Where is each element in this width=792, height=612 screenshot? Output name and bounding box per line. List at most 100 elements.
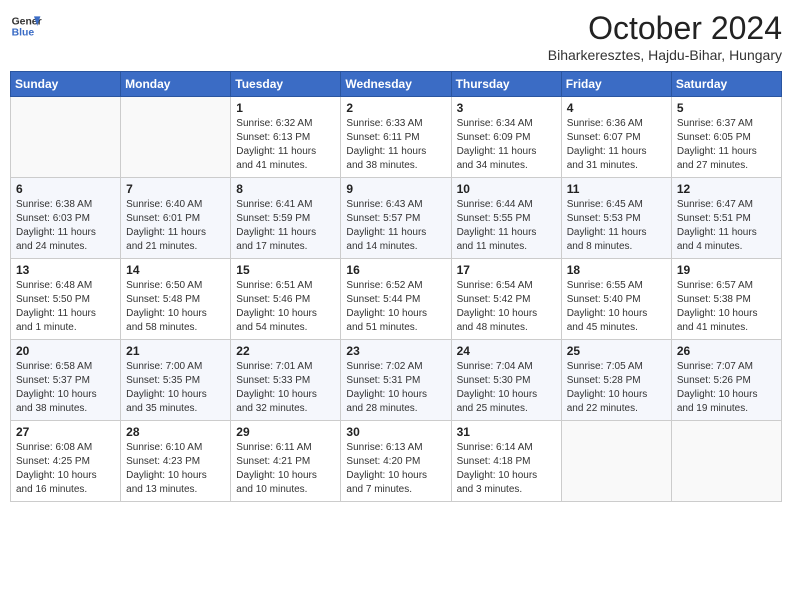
day-info: Sunrise: 7:05 AMSunset: 5:28 PMDaylight:… [567, 360, 666, 416]
week-row-5: 27Sunrise: 6:08 AMSunset: 4:25 PMDayligh… [11, 421, 782, 502]
location: Biharkeresztes, Hajdu-Bihar, Hungary [548, 47, 782, 63]
day-number: 9 [346, 182, 445, 196]
day-number: 13 [16, 263, 115, 277]
day-info: Sunrise: 7:01 AMSunset: 5:33 PMDaylight:… [236, 360, 335, 416]
calendar-cell: 29 Sunrise: 6:11 AMSunset: 4:21 PMDayligh… [231, 421, 341, 502]
day-info: Sunrise: 6:44 AMSunset: 5:55 PMDaylight:… [457, 198, 556, 254]
day-number: 6 [16, 182, 115, 196]
calendar-cell: 14 Sunrise: 6:50 AMSunset: 5:48 PMDayligh… [121, 259, 231, 340]
calendar-cell: 17 Sunrise: 6:54 AMSunset: 5:42 PMDayligh… [451, 259, 561, 340]
day-info: Sunrise: 6:45 AMSunset: 5:53 PMDaylight:… [567, 198, 666, 254]
day-number: 17 [457, 263, 556, 277]
day-number: 11 [567, 182, 666, 196]
calendar-cell [671, 421, 781, 502]
day-number: 21 [126, 344, 225, 358]
month-title: October 2024 [548, 10, 782, 47]
day-info: Sunrise: 6:50 AMSunset: 5:48 PMDaylight:… [126, 279, 225, 335]
day-number: 7 [126, 182, 225, 196]
calendar-cell: 7 Sunrise: 6:40 AMSunset: 6:01 PMDaylight… [121, 178, 231, 259]
calendar-cell: 4Sunrise: 6:36 AMSunset: 6:07 PMDaylight… [561, 97, 671, 178]
calendar-cell: 20Sunrise: 6:58 AMSunset: 5:37 PMDayligh… [11, 340, 121, 421]
calendar-cell: 25 Sunrise: 7:05 AMSunset: 5:28 PMDayligh… [561, 340, 671, 421]
day-info: Sunrise: 6:33 AMSunset: 6:11 PMDaylight:… [346, 117, 445, 173]
calendar-cell: 8Sunrise: 6:41 AMSunset: 5:59 PMDaylight… [231, 178, 341, 259]
day-number: 30 [346, 425, 445, 439]
calendar-cell: 30 Sunrise: 6:13 AMSunset: 4:20 PMDayligh… [341, 421, 451, 502]
day-number: 25 [567, 344, 666, 358]
calendar-table: SundayMondayTuesdayWednesdayThursdayFrid… [10, 71, 782, 502]
svg-text:Blue: Blue [12, 28, 35, 39]
week-row-1: 1Sunrise: 6:32 AMSunset: 6:13 PMDaylight… [11, 97, 782, 178]
day-number: 26 [677, 344, 776, 358]
calendar-cell: 27Sunrise: 6:08 AMSunset: 4:25 PMDayligh… [11, 421, 121, 502]
logo-icon: General Blue [10, 10, 42, 42]
day-info: Sunrise: 6:55 AMSunset: 5:40 PMDaylight:… [567, 279, 666, 335]
day-info: Sunrise: 6:36 AMSunset: 6:07 PMDaylight:… [567, 117, 666, 173]
weekday-header-row: SundayMondayTuesdayWednesdayThursdayFrid… [11, 72, 782, 97]
calendar-cell: 11 Sunrise: 6:45 AMSunset: 5:53 PMDayligh… [561, 178, 671, 259]
week-row-3: 13 Sunrise: 6:48 AMSunset: 5:50 PMDayligh… [11, 259, 782, 340]
calendar-cell: 28 Sunrise: 6:10 AMSunset: 4:23 PMDayligh… [121, 421, 231, 502]
calendar-cell: 19Sunrise: 6:57 AMSunset: 5:38 PMDayligh… [671, 259, 781, 340]
day-number: 29 [236, 425, 335, 439]
day-number: 19 [677, 263, 776, 277]
calendar-cell: 26Sunrise: 7:07 AMSunset: 5:26 PMDayligh… [671, 340, 781, 421]
calendar-cell: 15 Sunrise: 6:51 AMSunset: 5:46 PMDayligh… [231, 259, 341, 340]
week-row-2: 6 Sunrise: 6:38 AMSunset: 6:03 PMDaylight… [11, 178, 782, 259]
weekday-header-sunday: Sunday [11, 72, 121, 97]
weekday-header-saturday: Saturday [671, 72, 781, 97]
day-number: 23 [346, 344, 445, 358]
day-number: 15 [236, 263, 335, 277]
calendar-cell: 24 Sunrise: 7:04 AMSunset: 5:30 PMDayligh… [451, 340, 561, 421]
day-number: 5 [677, 101, 776, 115]
day-number: 3 [457, 101, 556, 115]
day-number: 1 [236, 101, 335, 115]
day-info: Sunrise: 6:10 AMSunset: 4:23 PMDaylight:… [126, 441, 225, 497]
calendar-cell [11, 97, 121, 178]
day-info: Sunrise: 6:58 AMSunset: 5:37 PMDaylight:… [16, 360, 115, 416]
day-info: Sunrise: 6:37 AMSunset: 6:05 PMDaylight:… [677, 117, 776, 173]
calendar-cell: 1Sunrise: 6:32 AMSunset: 6:13 PMDaylight… [231, 97, 341, 178]
calendar-cell: 23 Sunrise: 7:02 AMSunset: 5:31 PMDayligh… [341, 340, 451, 421]
day-info: Sunrise: 6:34 AMSunset: 6:09 PMDaylight:… [457, 117, 556, 173]
weekday-header-tuesday: Tuesday [231, 72, 341, 97]
week-row-4: 20Sunrise: 6:58 AMSunset: 5:37 PMDayligh… [11, 340, 782, 421]
day-info: Sunrise: 6:38 AMSunset: 6:03 PMDaylight:… [16, 198, 115, 254]
day-number: 8 [236, 182, 335, 196]
day-info: Sunrise: 6:52 AMSunset: 5:44 PMDaylight:… [346, 279, 445, 335]
calendar-cell: 5 Sunrise: 6:37 AMSunset: 6:05 PMDaylight… [671, 97, 781, 178]
calendar-cell: 6 Sunrise: 6:38 AMSunset: 6:03 PMDaylight… [11, 178, 121, 259]
day-number: 16 [346, 263, 445, 277]
day-info: Sunrise: 7:02 AMSunset: 5:31 PMDaylight:… [346, 360, 445, 416]
calendar-cell: 12Sunrise: 6:47 AMSunset: 5:51 PMDayligh… [671, 178, 781, 259]
day-number: 27 [16, 425, 115, 439]
calendar-cell: 16 Sunrise: 6:52 AMSunset: 5:44 PMDayligh… [341, 259, 451, 340]
calendar-cell: 31 Sunrise: 6:14 AMSunset: 4:18 PMDayligh… [451, 421, 561, 502]
weekday-header-thursday: Thursday [451, 72, 561, 97]
calendar-cell: 2Sunrise: 6:33 AMSunset: 6:11 PMDaylight… [341, 97, 451, 178]
day-number: 10 [457, 182, 556, 196]
day-number: 14 [126, 263, 225, 277]
day-info: Sunrise: 6:43 AMSunset: 5:57 PMDaylight:… [346, 198, 445, 254]
calendar-cell: 21 Sunrise: 7:00 AMSunset: 5:35 PMDayligh… [121, 340, 231, 421]
day-number: 24 [457, 344, 556, 358]
day-info: Sunrise: 6:14 AMSunset: 4:18 PMDaylight:… [457, 441, 556, 497]
day-info: Sunrise: 6:51 AMSunset: 5:46 PMDaylight:… [236, 279, 335, 335]
title-block: October 2024 Biharkeresztes, Hajdu-Bihar… [548, 10, 782, 63]
day-number: 18 [567, 263, 666, 277]
day-info: Sunrise: 6:54 AMSunset: 5:42 PMDaylight:… [457, 279, 556, 335]
calendar-cell: 10 Sunrise: 6:44 AMSunset: 5:55 PMDayligh… [451, 178, 561, 259]
logo: General Blue [10, 10, 42, 42]
page-header: General Blue October 2024 Biharkeresztes… [10, 10, 782, 63]
day-info: Sunrise: 7:00 AMSunset: 5:35 PMDaylight:… [126, 360, 225, 416]
weekday-header-wednesday: Wednesday [341, 72, 451, 97]
day-number: 28 [126, 425, 225, 439]
day-info: Sunrise: 6:13 AMSunset: 4:20 PMDaylight:… [346, 441, 445, 497]
day-info: Sunrise: 7:04 AMSunset: 5:30 PMDaylight:… [457, 360, 556, 416]
day-info: Sunrise: 6:11 AMSunset: 4:21 PMDaylight:… [236, 441, 335, 497]
day-info: Sunrise: 6:40 AMSunset: 6:01 PMDaylight:… [126, 198, 225, 254]
weekday-header-friday: Friday [561, 72, 671, 97]
day-number: 31 [457, 425, 556, 439]
calendar-cell: 3 Sunrise: 6:34 AMSunset: 6:09 PMDaylight… [451, 97, 561, 178]
day-info: Sunrise: 6:48 AMSunset: 5:50 PMDaylight:… [16, 279, 115, 335]
